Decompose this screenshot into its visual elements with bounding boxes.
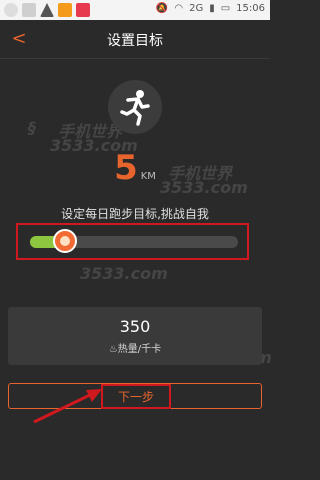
annotation-arrow-icon bbox=[33, 389, 102, 424]
slider-thumb[interactable] bbox=[53, 229, 77, 253]
calories-card: 350 ♨热量/千卡 bbox=[8, 307, 262, 365]
clock: 15:06 bbox=[236, 3, 265, 14]
nav-bar: < 设置目标 bbox=[0, 20, 270, 59]
distance-display: 5 KM bbox=[0, 148, 270, 188]
emoji-icon bbox=[4, 3, 18, 17]
signal-icon: ▮ bbox=[209, 3, 215, 14]
status-bar: 🔕 ◠ 2G ▮ ▭ 15:06 bbox=[0, 0, 270, 20]
app-notification-icon bbox=[58, 3, 72, 17]
watermark-logo: § bbox=[28, 118, 36, 137]
image-icon bbox=[22, 3, 36, 17]
app-notification-icon-2 bbox=[76, 3, 90, 17]
network-type: 2G bbox=[189, 3, 204, 14]
wifi-icon: ◠ bbox=[174, 3, 184, 14]
mute-icon: 🔕 bbox=[155, 3, 169, 14]
system-icons: 🔕 ◠ 2G ▮ ▭ 15:06 bbox=[156, 3, 265, 14]
warning-icon bbox=[40, 3, 54, 17]
calories-value: 350 bbox=[119, 317, 151, 336]
battery-icon: ▭ bbox=[220, 3, 231, 14]
distance-value: 5 bbox=[114, 148, 138, 188]
calories-label-row: ♨热量/千卡 bbox=[8, 340, 262, 355]
notification-icons bbox=[4, 3, 90, 17]
next-button-label[interactable]: 下一步 bbox=[101, 388, 171, 405]
watermark-url-3: 3533.com bbox=[80, 264, 168, 283]
calories-label: 热量/千卡 bbox=[117, 344, 162, 355]
goal-hint: 设定每日跑步目标,挑战自我 bbox=[61, 207, 209, 221]
page-title: 设置目标 bbox=[107, 33, 163, 49]
runner-icon bbox=[120, 90, 150, 126]
flame-icon: ♨ bbox=[108, 344, 118, 355]
running-icon bbox=[108, 80, 162, 134]
distance-unit: KM bbox=[140, 171, 156, 182]
